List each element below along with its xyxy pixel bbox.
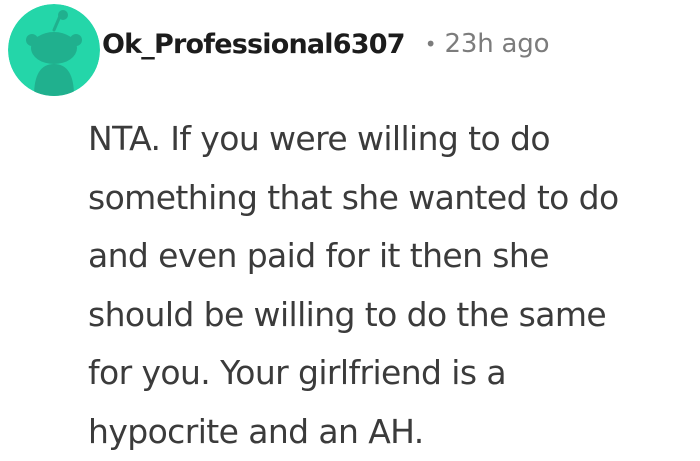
comment-body: NTA. If you were willing to do something…: [88, 110, 688, 461]
comment-body-line: for you. Your girlfriend is a: [88, 344, 688, 403]
comment-timestamp[interactable]: 23h ago: [445, 29, 550, 59]
snoo-avatar-icon: [8, 4, 100, 96]
comment-body-line: hypocrite and an AH.: [88, 403, 688, 461]
user-avatar[interactable]: [8, 4, 100, 96]
comment-body-line: something that she wanted to do: [88, 169, 688, 228]
comment-body-line: should be willing to do the same: [88, 286, 688, 345]
comment: Ok_Professional6307 • 23h ago NTA. If yo…: [0, 0, 700, 459]
comment-body-line: NTA. If you were willing to do: [88, 110, 688, 169]
meta-separator: •: [425, 32, 437, 56]
username-link[interactable]: Ok_Professional6307: [102, 29, 405, 60]
comment-header: Ok_Professional6307 • 23h ago: [102, 22, 549, 66]
comment-body-line: and even paid for it then she: [88, 227, 688, 286]
